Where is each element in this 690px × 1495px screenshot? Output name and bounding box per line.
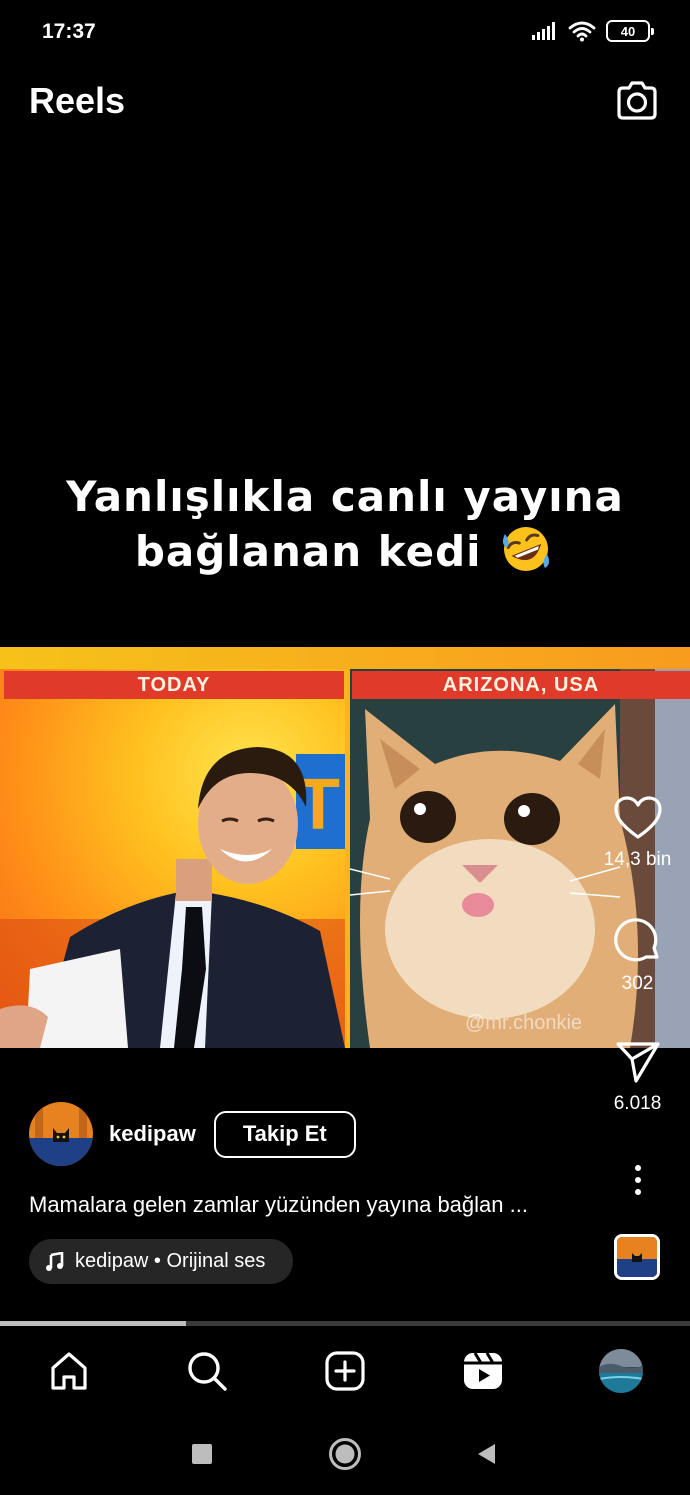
search-icon	[188, 1352, 227, 1391]
share-button[interactable]: 6.018	[590, 1039, 685, 1115]
clip-top-bar	[0, 647, 690, 669]
home-circle-icon	[329, 1438, 361, 1470]
panel-label-today: TODAY	[4, 671, 344, 699]
page-title: Reels	[29, 80, 126, 121]
status-bar: 17:37 40	[0, 0, 690, 64]
more-options-button[interactable]	[590, 1163, 685, 1197]
studio-panel: T	[0, 669, 345, 1048]
nav-create[interactable]	[320, 1346, 370, 1396]
bottom-nav	[0, 1326, 690, 1416]
rofl-emoji-icon	[503, 527, 550, 571]
comment-count: 302	[621, 973, 654, 994]
home-system-button[interactable]	[325, 1434, 365, 1474]
profile-avatar-image	[599, 1349, 643, 1393]
home-icon	[51, 1352, 87, 1390]
camera-button[interactable]	[612, 76, 662, 126]
battery-indicator: 40	[606, 20, 654, 42]
video-watermark: @mr.chonkie	[465, 1012, 583, 1034]
post-description[interactable]: Mamalara gelen zamlar yüzünden yayına ba…	[29, 1192, 589, 1218]
add-post-icon	[325, 1351, 365, 1391]
presenter-illustration: T	[0, 747, 345, 1048]
camera-icon	[617, 81, 657, 120]
more-vertical-icon	[634, 1165, 641, 1195]
share-count: 6.018	[613, 1093, 662, 1114]
status-icons: 40	[532, 20, 654, 42]
panel-label-location: ARIZONA, USA	[352, 671, 690, 699]
battery-level: 40	[620, 23, 636, 39]
send-icon	[615, 1042, 660, 1083]
status-time: 17:37	[42, 20, 96, 43]
caption-line-1: Yanlışlıkla canlı yayına	[66, 472, 624, 521]
heart-icon	[613, 796, 662, 839]
caption-line-2: bağlanan kedi	[134, 527, 482, 576]
wifi-icon	[568, 21, 596, 42]
comment-icon	[613, 918, 659, 962]
nav-home[interactable]	[44, 1346, 94, 1396]
signal-icon	[532, 22, 555, 40]
audio-thumbnail-image	[617, 1237, 657, 1277]
author-avatar-image	[29, 1102, 93, 1166]
back-button[interactable]	[466, 1434, 506, 1474]
author-row: kedipaw Takip Et	[29, 1102, 356, 1166]
nav-profile[interactable]	[596, 1346, 646, 1396]
nav-reels[interactable]	[458, 1346, 508, 1396]
audio-label: kedipaw • Orijinal ses	[75, 1250, 266, 1272]
reels-icon	[464, 1352, 502, 1389]
system-nav-bar	[0, 1416, 690, 1495]
author-username[interactable]: kedipaw	[109, 1121, 196, 1147]
profile-avatar	[599, 1349, 643, 1393]
nav-search[interactable]	[182, 1346, 232, 1396]
like-button[interactable]: 14,3 bin	[590, 795, 685, 871]
comment-button[interactable]: 302	[590, 915, 685, 995]
audio-pill[interactable]: kedipaw • Orijinal ses	[29, 1239, 294, 1284]
author-avatar[interactable]	[29, 1102, 93, 1166]
video-caption-overlay: Yanlışlıkla canlı yayına bağlanan kedi	[0, 470, 690, 579]
back-icon	[478, 1444, 495, 1464]
audio-thumbnail[interactable]	[614, 1234, 660, 1280]
like-count: 14,3 bin	[603, 849, 672, 870]
caption-line-2-row: bağlanan kedi	[0, 524, 690, 579]
video-clip: T TODAY ARIZONA, USA @mr.chonkie	[0, 647, 690, 1048]
follow-button[interactable]: Takip Et	[213, 1110, 356, 1158]
recent-apps-button[interactable]	[182, 1434, 222, 1474]
recent-apps-icon	[192, 1444, 212, 1464]
music-note-icon	[46, 1251, 64, 1271]
